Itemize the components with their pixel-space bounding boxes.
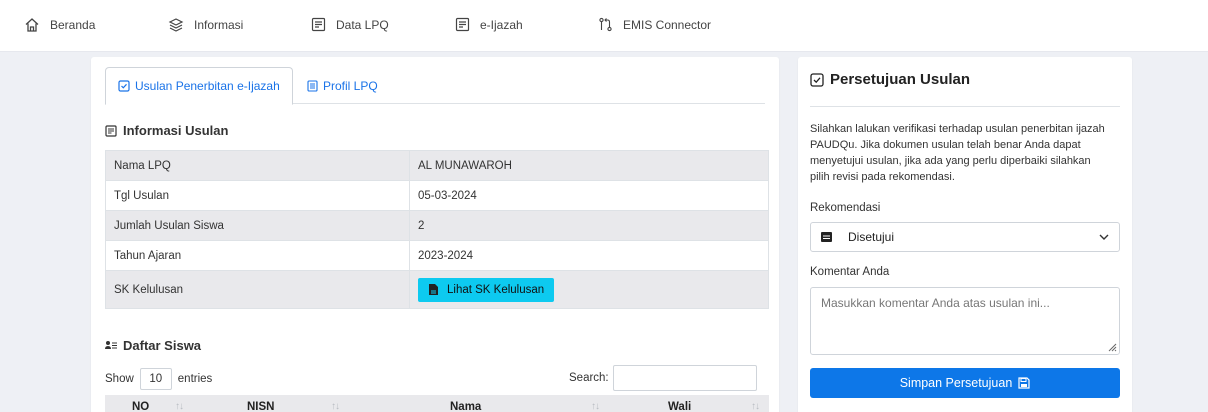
rekomendasi-label: Rekomendasi [810,202,881,214]
lihat-sk-label: Lihat SK Kelulusan [447,283,545,296]
daftar-siswa-title: Daftar Siswa [123,338,202,353]
daftar-siswa-heading: Daftar Siswa [105,338,201,353]
info-value: 05-03-2024 [409,180,769,211]
nav-item-beranda[interactable]: Beranda [24,17,95,33]
layers-icon [168,18,184,32]
check-square-icon [118,80,130,92]
info-value: AL MUNAWAROH [409,150,769,181]
table-row: Tahun Ajaran 2023-2024 [105,240,769,271]
table-row: SK Kelulusan Lihat SK Kelulusan [105,270,769,309]
search-input[interactable] [612,365,757,391]
info-key: Tahun Ajaran [105,240,410,271]
resize-handle-icon[interactable] [1108,343,1117,352]
info-value: 2023-2024 [409,240,769,271]
chevron-down-icon [1099,234,1109,240]
column-header-nama[interactable]: Nama [450,401,481,412]
simpan-label: Simpan Persetujuan [899,376,1013,390]
home-icon [25,18,39,32]
sort-icon: ↑↓ [175,401,184,412]
nav-label-data-lpq: Data LPQ [336,17,389,32]
save-icon [1018,377,1030,389]
informasi-usulan-heading: Informasi Usulan [105,123,228,138]
nav-label-beranda: Beranda [50,18,96,32]
tab-bar: Usulan Penerbitan e-Ijazah Profil LPQ [105,67,765,105]
nav-item-e-ijazah[interactable]: e-Ijazah [455,17,523,32]
nav-item-emis-connector[interactable]: EMIS Connector [598,17,711,32]
table-search: Search: [569,365,757,391]
entries-length-control: Show 10 entries [105,368,212,390]
nav-label-informasi: Informasi [194,18,244,32]
info-table: Nama LPQ AL MUNAWAROH Tgl Usulan 05-03-2… [105,150,769,309]
table-row: Tgl Usulan 05-03-2024 [105,180,769,211]
tab-usulan-penerbitan[interactable]: Usulan Penerbitan e-Ijazah [105,67,293,105]
nav-label-e-ijazah: e-Ijazah [480,17,523,32]
students-table-header: NO ↑↓ NISN ↑↓ Nama ↑↓ Wali ↑↓ [105,395,769,412]
simpan-persetujuan-button[interactable]: Simpan Persetujuan [810,368,1120,398]
table-row: Jumlah Usulan Siswa 2 [105,210,769,241]
lihat-sk-kelulusan-button[interactable]: Lihat SK Kelulusan [418,277,555,302]
document-icon [311,17,326,32]
sort-icon: ↑↓ [591,401,600,412]
divider [810,106,1120,107]
search-label: Search: [569,372,609,384]
column-header-no[interactable]: NO [132,401,149,412]
tab-profil-label: Profil LPQ [323,79,378,93]
tab-usulan-label: Usulan Penerbitan e-Ijazah [135,79,280,93]
rekomendasi-value: Disetujui [848,230,895,244]
komentar-textarea[interactable]: Masukkan komentar Anda atas usulan ini..… [810,287,1120,355]
git-pull-icon [599,17,612,32]
users-list-icon [105,341,117,349]
nav-label-emis-connector: EMIS Connector [623,17,712,32]
show-label: Show [105,373,134,385]
info-key: Tgl Usulan [105,180,410,211]
entries-select[interactable]: 10 [139,368,172,390]
komentar-placeholder: Masukkan komentar Anda atas usulan ini..… [821,296,1050,310]
card-icon [821,232,832,242]
sort-icon: ↑↓ [751,401,760,412]
informasi-usulan-title: Informasi Usulan [123,123,229,138]
file-icon [429,284,438,295]
document-icon [455,17,470,32]
rekomendasi-select[interactable]: Disetujui [810,222,1120,252]
persetujuan-title: Persetujuan Usulan [830,71,971,88]
komentar-label: Komentar Anda [810,266,890,278]
document-icon [105,124,117,137]
info-value: 2 [409,210,769,241]
list-icon [307,80,318,92]
nav-item-data-lpq[interactable]: Data LPQ [311,17,389,32]
sort-icon: ↑↓ [331,401,340,412]
info-key: Jumlah Usulan Siswa [105,210,410,241]
nav-item-informasi[interactable]: Informasi [168,17,243,33]
persetujuan-heading: Persetujuan Usulan [810,71,970,88]
info-key: Nama LPQ [105,150,410,181]
top-navigation: Beranda Informasi Data LPQ e-Ijazah EMIS… [0,0,1208,52]
instruction-text: Silahkan lalukan verifikasi terhadap usu… [810,123,1105,183]
column-header-wali[interactable]: Wali [668,401,691,412]
table-row: Nama LPQ AL MUNAWAROH [105,150,769,181]
info-key: SK Kelulusan [105,270,410,309]
column-header-nisn[interactable]: NISN [247,401,274,412]
entries-label: entries [177,373,213,385]
persetujuan-card: Persetujuan Usulan Silahkan lalukan veri… [798,57,1132,412]
check-square-icon [810,72,824,87]
info-value: Lihat SK Kelulusan [409,270,769,309]
usulan-card: Usulan Penerbitan e-Ijazah Profil LPQ In… [91,57,779,412]
tab-profil-lpq[interactable]: Profil LPQ [295,67,390,105]
